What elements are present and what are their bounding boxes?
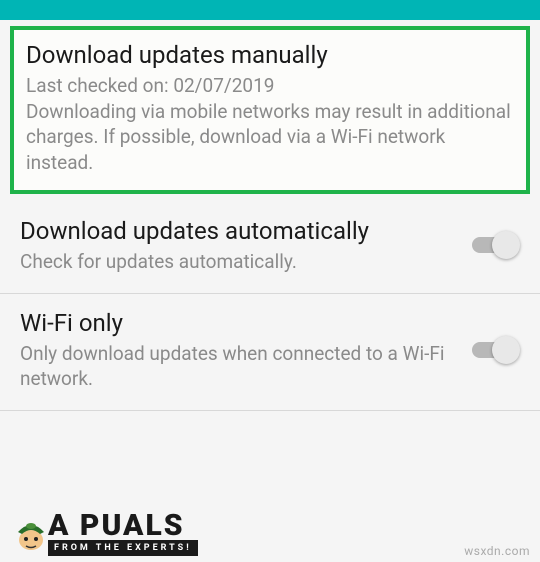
wifi-only-description: Only download updates when connected to … <box>20 341 454 392</box>
brand-tagline: FROM THE EXPERTS! <box>48 540 198 556</box>
brand-name: A PUALS <box>48 512 198 541</box>
watermark: wsxdn.com <box>464 544 530 558</box>
wifi-only-toggle[interactable] <box>464 335 520 365</box>
brand-mascot-icon <box>10 514 52 556</box>
wifi-only-item[interactable]: Wi-Fi only Only download updates when co… <box>0 294 540 411</box>
download-auto-title: Download updates automatically <box>20 216 410 247</box>
wifi-only-title: Wi-Fi only <box>20 308 454 339</box>
download-manually-last-checked: Last checked on: 02/07/2019 <box>26 73 514 99</box>
download-auto-description: Check for updates automatically. <box>20 249 454 275</box>
download-manually-description: Downloading via mobile networks may resu… <box>26 99 514 176</box>
settings-list: Download updates manually Last checked o… <box>0 26 540 411</box>
download-manually-item[interactable]: Download updates manually Last checked o… <box>10 26 530 194</box>
download-manually-title: Download updates manually <box>26 40 514 71</box>
status-bar <box>0 0 540 20</box>
download-auto-toggle[interactable] <box>464 230 520 260</box>
download-auto-item[interactable]: Download updates automatically Check for… <box>0 202 540 294</box>
brand-logo: A PUALS FROM THE EXPERTS! <box>10 512 198 557</box>
